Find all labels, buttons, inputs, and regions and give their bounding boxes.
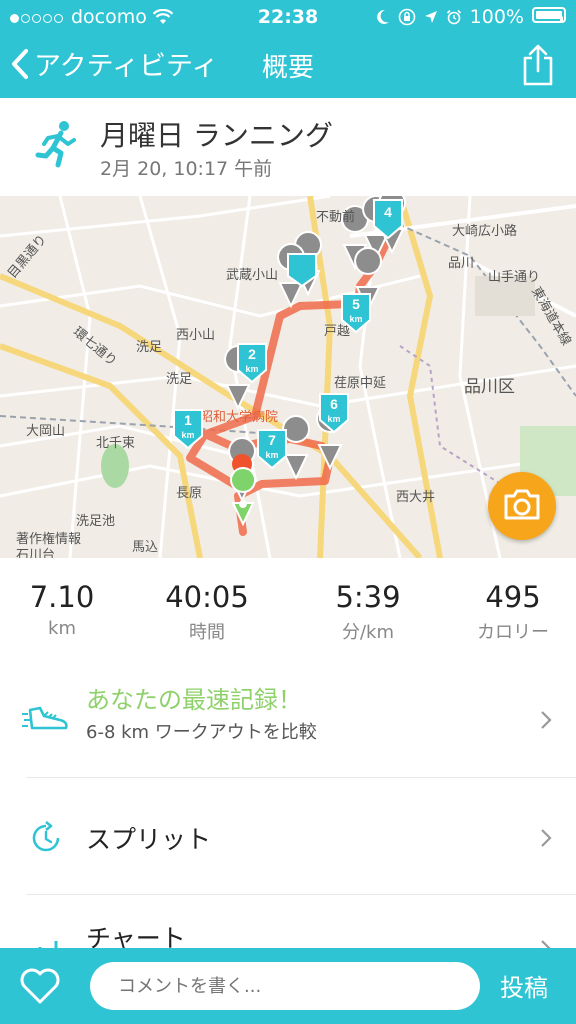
alarm-icon xyxy=(446,9,461,25)
comment-bar: 投稿 xyxy=(0,948,576,1024)
stat-duration: 40:05 時間 xyxy=(147,580,267,644)
svg-text:6: 6 xyxy=(330,396,338,412)
km-marker-2: 2 km xyxy=(237,343,267,384)
svg-text:2: 2 xyxy=(248,346,256,362)
km-marker-3 xyxy=(287,253,317,288)
svg-text:km: km xyxy=(181,430,194,440)
stopwatch-icon xyxy=(32,820,60,852)
activity-title: 月曜日 ランニング xyxy=(100,119,333,152)
stat-distance: 7.10 km xyxy=(2,580,122,639)
running-shoe-icon xyxy=(22,706,68,730)
battery-percent: 100% xyxy=(469,6,524,28)
heart-icon xyxy=(20,968,60,1004)
chevron-right-icon xyxy=(541,711,552,729)
stat-pace: 5:39 分/km xyxy=(308,580,428,644)
stat-unit: カロリー xyxy=(477,622,549,643)
record-subtitle: 6-8 km ワークアウトを比較 xyxy=(86,722,317,743)
svg-text:4: 4 xyxy=(384,204,392,220)
km-marker-6: 6 km xyxy=(319,393,349,434)
stat-value: 495 xyxy=(485,580,541,614)
svg-text:km: km xyxy=(349,314,362,324)
stat-value: 7.10 xyxy=(29,580,95,614)
stat-calories: 495 カロリー xyxy=(453,580,573,644)
location-arrow-icon xyxy=(424,11,437,23)
chart-icon xyxy=(38,941,58,948)
activity-header: 月曜日 ランニング 2月 20, 10:17 午前 xyxy=(0,98,576,196)
chevron-right-icon xyxy=(541,940,551,948)
running-icon xyxy=(34,120,78,172)
km-marker-5: 5 km xyxy=(341,293,371,334)
chart-label: チャート xyxy=(86,924,186,948)
svg-text:km: km xyxy=(245,364,258,374)
stats-summary: 7.10 km 40:05 時間 5:39 分/km 495 カロリー xyxy=(0,558,576,663)
share-icon xyxy=(523,44,553,86)
svg-text:km: km xyxy=(327,414,340,424)
stat-unit: 時間 xyxy=(189,622,225,643)
like-button[interactable] xyxy=(18,966,62,1010)
svg-text:5: 5 xyxy=(352,296,360,312)
svg-text:km: km xyxy=(265,450,278,460)
battery-icon xyxy=(532,6,566,28)
km-marker-7: 7 km xyxy=(257,429,287,470)
stat-value: 5:39 xyxy=(335,580,401,614)
splits-label: スプリット xyxy=(86,825,212,854)
km-marker-1: 1 km xyxy=(173,409,203,450)
share-button[interactable] xyxy=(522,44,554,90)
stat-value: 40:05 xyxy=(165,580,249,614)
svg-text:1: 1 xyxy=(184,412,192,428)
camera-icon xyxy=(504,489,540,520)
svg-text:7: 7 xyxy=(268,432,276,448)
chart-row[interactable]: チャート xyxy=(0,895,576,948)
stat-unit: 分/km xyxy=(341,622,395,643)
activity-date: 2月 20, 10:17 午前 xyxy=(100,158,273,180)
rotation-lock-icon xyxy=(398,8,415,26)
status-bar: docomo 22:38 100% xyxy=(0,0,576,34)
moon-icon xyxy=(376,9,389,24)
add-photo-button[interactable] xyxy=(488,472,556,540)
chevron-right-icon xyxy=(541,829,552,847)
personal-record-row[interactable]: あなたの最速記録！ 6-8 km ワークアウトを比較 xyxy=(0,662,576,776)
post-button[interactable]: 投稿 xyxy=(500,968,548,1003)
splits-row[interactable]: スプリット xyxy=(0,778,576,894)
nav-bar: アクティビティ 概要 xyxy=(0,34,576,98)
comment-input[interactable] xyxy=(90,962,480,1010)
stat-unit: km xyxy=(48,618,76,639)
status-right: 100% xyxy=(376,6,566,28)
record-title: あなたの最速記録！ xyxy=(86,686,302,714)
page-title: 概要 xyxy=(261,53,314,83)
km-marker-4: 4 xyxy=(373,199,403,240)
